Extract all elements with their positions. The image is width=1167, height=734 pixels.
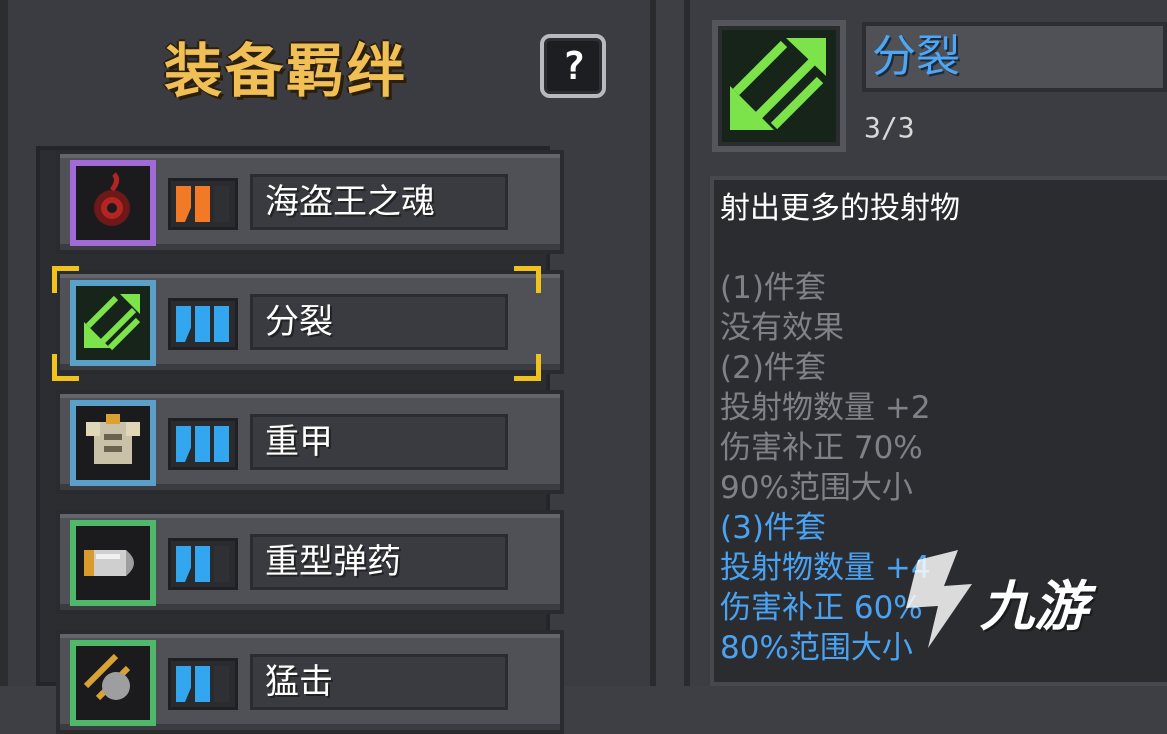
bond-name: 猛击 [250,654,508,710]
tier-indicator [168,298,238,350]
bond-name: 分裂 [250,294,508,350]
bond-name: 海盗王之魂 [250,174,508,230]
bond-row[interactable]: 海盗王之魂 [56,150,564,254]
set-bonus-line: 投射物数量 +2 [720,390,931,426]
page-title: 装备羁绊 [164,37,409,105]
help-icon: ? [562,44,586,88]
selection-corner [52,266,79,293]
set-bonus-line: 没有效果 [720,310,844,346]
split-arrows-icon [712,20,846,152]
bond-row[interactable]: 猛击 [56,630,564,734]
smash-icon [70,640,156,726]
heavy-armor-icon [70,400,156,486]
tier-indicator [168,658,238,710]
set-bonus-line: 90%范围大小 [720,470,913,506]
bond-row[interactable]: 重型弹药 [56,510,564,614]
detail-count: 3/3 [864,111,915,144]
bond-row-selected[interactable]: 分裂 [56,270,564,374]
tier-indicator [168,178,238,230]
pirate-soul-icon [70,160,156,246]
bond-row[interactable]: 重甲 [56,390,564,494]
help-button[interactable]: ? [540,34,606,98]
selection-corner [52,354,79,381]
set-bonus-line: 伤害补正 70% [720,430,923,466]
description-text: 射出更多的投射物 [720,191,960,226]
bond-name: 重甲 [250,414,508,470]
bond-name: 重型弹药 [250,534,508,590]
heavy-ammo-icon [70,520,156,606]
selection-corner [514,354,541,381]
set-bonus-line: (2)件套 [720,350,826,386]
detail-title: 分裂 [862,22,1167,92]
bond-list: 海盗王之魂 分裂 重甲 重型弹药 猛击 [36,146,564,734]
split-arrows-icon [70,280,156,366]
set-bonus-line: (1)件套 [720,270,826,306]
tier-indicator [168,538,238,590]
tier-indicator [168,418,238,470]
selection-corner [514,266,541,293]
watermark-text: 九游 [980,575,1088,638]
